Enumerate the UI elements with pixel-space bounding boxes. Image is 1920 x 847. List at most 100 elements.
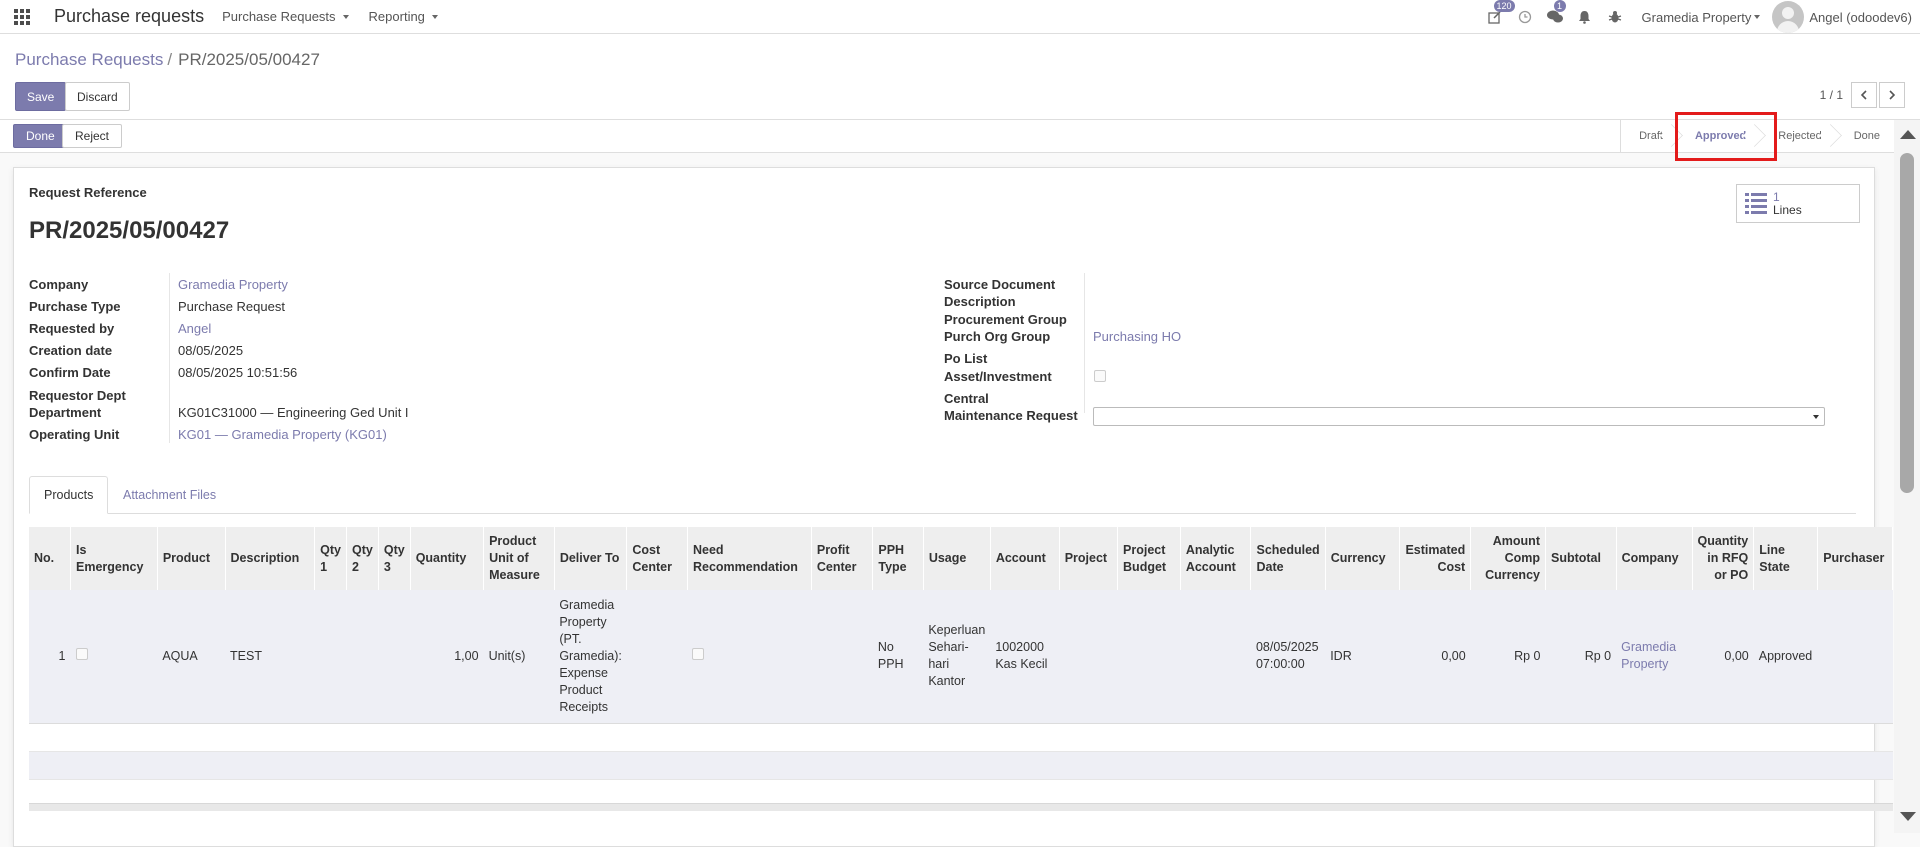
reject-button[interactable]: Reject: [62, 124, 123, 148]
asset-investment-checkbox[interactable]: [1094, 370, 1106, 382]
col-usage[interactable]: Usage: [923, 527, 991, 590]
lines-smart-button[interactable]: 1 Lines: [1736, 184, 1860, 223]
maintenance-request-label: Maintenance Request: [944, 408, 1078, 423]
pager-value[interactable]: 1 / 1: [1820, 88, 1843, 102]
activity-icon[interactable]: 120: [1480, 0, 1515, 34]
tab-attachment-files[interactable]: Attachment Files: [109, 476, 230, 514]
operating-unit-label: Operating Unit: [29, 427, 120, 442]
lines-label: Lines: [1773, 202, 1802, 217]
chevron-right-icon[interactable]: [1879, 82, 1905, 108]
user-avatar[interactable]: [1772, 1, 1805, 33]
scrollbar-thumb[interactable]: [1900, 153, 1914, 493]
col-account[interactable]: Account: [990, 527, 1060, 590]
cell-quantity: 1,00: [410, 590, 484, 724]
bug-icon[interactable]: [1600, 0, 1630, 34]
highlight-annotation-box: [1675, 112, 1777, 161]
cell-company[interactable]: Gramedia Property: [1621, 640, 1676, 671]
cell-subtotal: Rp 0: [1545, 590, 1617, 724]
col-currency[interactable]: Currency: [1325, 527, 1401, 590]
col-qty-rfq-po[interactable]: Quantity in RFQ or PO: [1692, 527, 1755, 590]
cell-usage: Keperluan Sehari-hari Kantor: [923, 590, 991, 724]
col-scheduled-date[interactable]: Scheduled Date: [1250, 527, 1326, 590]
purch-org-group-value[interactable]: Purchasing HO: [1093, 328, 1181, 345]
col-need-recommendation[interactable]: Need Recommendation: [687, 527, 812, 590]
requestor-dept-label: Requestor Dept: [29, 388, 126, 403]
discard-button[interactable]: Discard: [65, 82, 130, 111]
col-estimated-cost[interactable]: Estimated Cost: [1399, 527, 1472, 590]
col-is-emergency[interactable]: Is Emergency: [70, 527, 158, 590]
col-quantity[interactable]: Quantity: [410, 527, 485, 590]
scroll-up-arrow[interactable]: [1900, 130, 1916, 139]
breadcrumb: Purchase Requests / PR/2025/05/00427: [15, 50, 320, 70]
menu-purchase-requests[interactable]: Purchase Requests: [222, 9, 349, 24]
col-purchaser[interactable]: Purchaser: [1817, 527, 1893, 590]
col-description[interactable]: Description: [225, 527, 316, 590]
creation-date-label: Creation date: [29, 343, 113, 358]
department-label: Department: [29, 405, 102, 420]
company-value[interactable]: Gramedia Property: [178, 276, 288, 293]
col-qty2[interactable]: Qty 2: [346, 527, 379, 590]
request-reference-title: PR/2025/05/00427: [29, 217, 230, 244]
stage-done[interactable]: Done: [1836, 120, 1894, 152]
apps-grid-icon[interactable]: [0, 0, 44, 34]
maintenance-request-select[interactable]: [1093, 407, 1825, 426]
messages-badge: 1: [1553, 0, 1566, 12]
cell-description: TEST: [225, 590, 315, 724]
purch-org-group-label: Purch Org Group: [944, 329, 1051, 344]
breadcrumb-current: PR/2025/05/00427: [178, 50, 320, 69]
requested-by-value[interactable]: Angel: [178, 320, 211, 337]
user-menu[interactable]: Angel (odoodev6): [1809, 10, 1912, 25]
operating-unit-value[interactable]: KG01 — Gramedia Property (KG01): [178, 426, 387, 443]
col-company[interactable]: Company: [1616, 527, 1693, 590]
table-footer: [29, 803, 1893, 811]
col-profit-center[interactable]: Profit Center: [811, 527, 874, 590]
scroll-down-arrow[interactable]: [1900, 812, 1916, 821]
save-button[interactable]: Save: [15, 82, 67, 111]
chat-icon[interactable]: 1: [1540, 0, 1570, 34]
page-scrollbar[interactable]: [1894, 120, 1920, 833]
notebook-tabs: Products Attachment Files: [29, 476, 1856, 514]
col-pph-type[interactable]: PPH Type: [872, 527, 924, 590]
col-project[interactable]: Project: [1059, 527, 1119, 590]
col-line-state[interactable]: Line State: [1753, 527, 1819, 590]
central-label: Central: [944, 391, 989, 406]
col-subtotal[interactable]: Subtotal: [1545, 527, 1617, 590]
control-panel: Purchase Requests / PR/2025/05/00427 Save …: [0, 34, 1920, 120]
chevron-left-icon[interactable]: [1851, 82, 1877, 108]
col-qty3[interactable]: Qty 3: [378, 527, 411, 590]
col-deliver-to[interactable]: Deliver To: [554, 527, 628, 590]
cell-currency: IDR: [1325, 590, 1400, 724]
col-uom[interactable]: Product Unit of Measure: [483, 527, 555, 590]
breadcrumb-separator: /: [167, 50, 173, 69]
description-label: Description: [944, 294, 1016, 309]
col-product[interactable]: Product: [157, 527, 226, 590]
source-document-label: Source Document: [944, 277, 1056, 292]
menu-reporting[interactable]: Reporting: [369, 9, 438, 24]
bell-icon[interactable]: [1570, 0, 1600, 34]
col-cost-center[interactable]: Cost Center: [626, 527, 688, 590]
need-recommendation-checkbox[interactable]: [692, 647, 705, 660]
cell-amount-comp-currency: Rp 0: [1470, 590, 1546, 724]
company-switcher[interactable]: Gramedia Property: [1642, 10, 1761, 25]
col-amount-comp-currency[interactable]: Amount Comp Currency: [1470, 527, 1546, 590]
col-analytic-account[interactable]: Analytic Account: [1180, 527, 1252, 590]
stage-draft[interactable]: Draft: [1621, 120, 1677, 152]
cell-no: 1: [29, 590, 71, 724]
tab-products[interactable]: Products: [29, 476, 109, 514]
app-title: Purchase requests: [54, 6, 205, 26]
col-qty1[interactable]: Qty 1: [314, 527, 347, 590]
is-emergency-checkbox[interactable]: [75, 647, 88, 660]
done-button[interactable]: Done: [13, 124, 68, 148]
col-no[interactable]: No.: [29, 527, 71, 590]
table-row[interactable]: 1 AQUA TEST 1,00 Unit(s) Gramedia Proper…: [29, 590, 1893, 724]
cell-product: AQUA: [157, 590, 226, 724]
asset-investment-label: Asset/Investment: [944, 369, 1052, 384]
cell-pph-type: No PPH: [872, 590, 924, 724]
confirm-date-label: Confirm Date: [29, 365, 111, 380]
form-statusbar: Done Reject Draft Approved Rejected Done: [0, 120, 1894, 153]
confirm-date-value: 08/05/2025 10:51:56: [178, 365, 298, 380]
breadcrumb-parent[interactable]: Purchase Requests: [15, 50, 163, 69]
col-project-budget[interactable]: Project Budget: [1117, 527, 1181, 590]
clock-icon[interactable]: [1510, 0, 1540, 34]
table-header-row: No. Is Emergency Product Description Qty…: [29, 527, 1893, 590]
